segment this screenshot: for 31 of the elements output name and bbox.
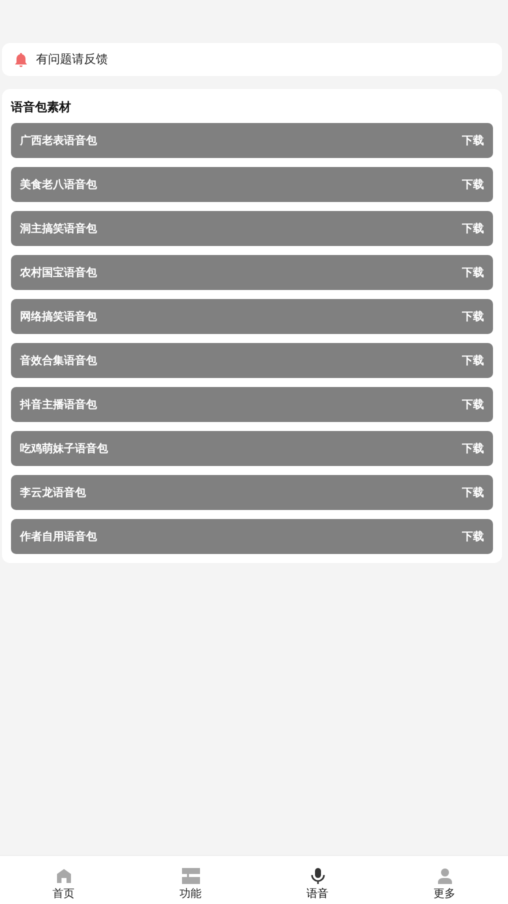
voice-pack-item[interactable]: 吃鸡萌妹子语音包 下载 [11,431,493,466]
voice-pack-item[interactable]: 作者自用语音包 下载 [11,519,493,554]
person-icon [436,868,452,884]
voice-pack-item[interactable]: 抖音主播语音包 下载 [11,387,493,422]
tab[interactable]: 功能 [127,856,254,904]
blocks-icon [182,868,200,884]
bell-icon [14,52,28,68]
tab[interactable]: 首页 [0,856,127,904]
tab[interactable]: 更多 [381,856,508,904]
voice-pack-item[interactable]: 音效合集语音包 下载 [11,343,493,378]
download-link[interactable]: 下载 [462,309,484,324]
microphone-icon [310,868,324,884]
section-title: 语音包素材 [11,99,71,115]
download-link[interactable]: 下载 [462,485,484,500]
download-link[interactable]: 下载 [462,397,484,412]
voice-pack-item[interactable]: 李云龙语音包 下载 [11,475,493,510]
download-link[interactable]: 下载 [462,353,484,368]
download-link[interactable]: 下载 [462,265,484,280]
voice-pack-item[interactable]: 农村国宝语音包 下载 [11,255,493,290]
voice-pack-item[interactable]: 网络搞笑语音包 下载 [11,299,493,334]
home-icon [56,868,72,884]
download-link[interactable]: 下载 [462,529,484,544]
notice-text: 有问题请反馈 [36,51,108,68]
voice-pack-item[interactable]: 美食老八语音包 下载 [11,167,493,202]
download-link[interactable]: 下载 [462,177,484,192]
voice-pack-item[interactable]: 洞主搞笑语音包 下载 [11,211,493,246]
tab[interactable]: 语音 [254,856,381,904]
download-link[interactable]: 下载 [462,441,484,456]
voice-pack-item[interactable]: 广西老表语音包 下载 [11,123,493,158]
download-link[interactable]: 下载 [462,133,484,148]
download-link[interactable]: 下载 [462,221,484,236]
